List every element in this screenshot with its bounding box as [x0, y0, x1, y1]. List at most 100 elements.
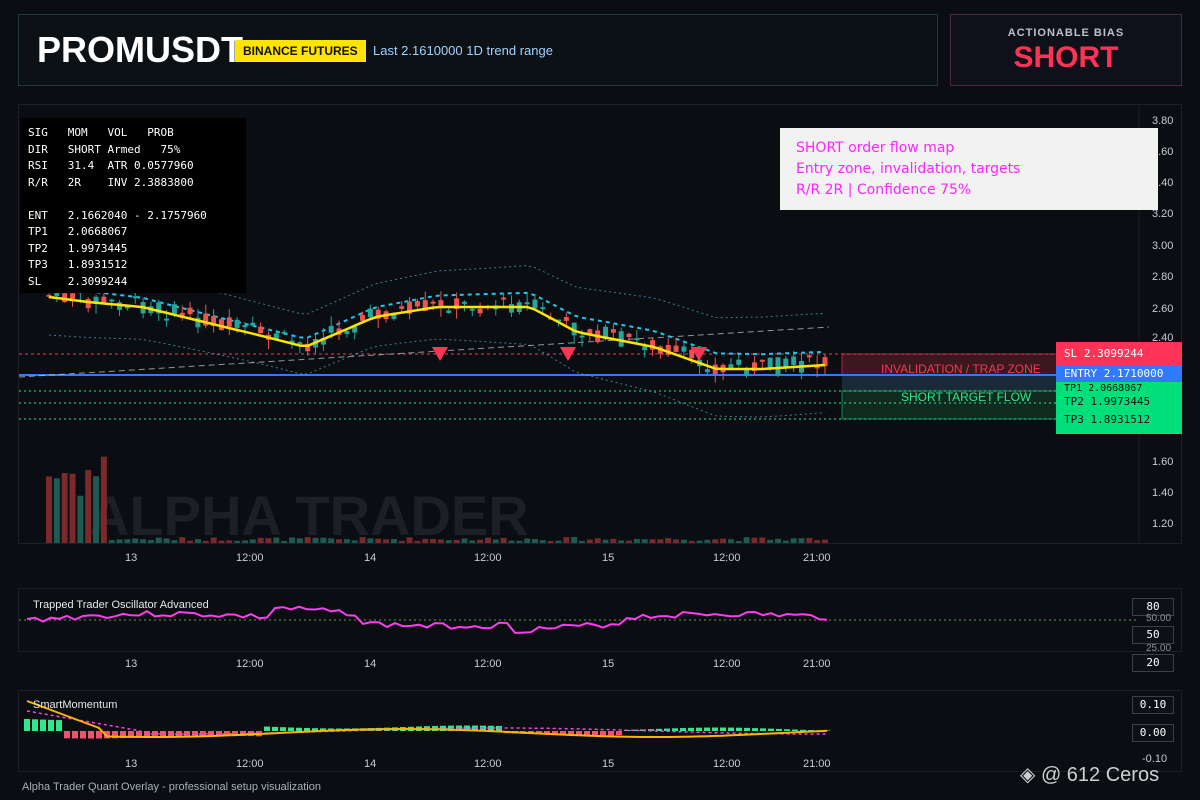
momentum-bar	[280, 727, 286, 731]
volume-bar	[320, 537, 327, 543]
volume-bar	[516, 540, 523, 543]
setup-note: SHORT order flow map Entry zone, invalid…	[780, 128, 1158, 210]
momentum-bar	[776, 728, 782, 731]
candle-body	[258, 326, 264, 334]
volume-bar	[93, 476, 100, 543]
momentum-bar	[736, 727, 742, 731]
momentum-bar	[688, 727, 694, 731]
momentum-bar	[88, 731, 94, 739]
time-axis-label: 13	[125, 552, 138, 564]
volume-bar	[704, 539, 711, 543]
volume-bar	[202, 540, 209, 543]
volume-bar	[618, 540, 625, 543]
volume-bar	[727, 539, 734, 543]
volume-bar	[782, 540, 789, 543]
volume-bar	[241, 540, 248, 543]
stats-line: RSI 31.4 ATR 0.0577960	[28, 159, 194, 172]
volume-bar	[61, 473, 68, 543]
candle-body	[791, 356, 797, 365]
volume-bar	[626, 540, 633, 543]
candle-body	[610, 329, 616, 333]
stats-line: SIG MOM VOL PROB	[28, 126, 174, 139]
mom-scale-zero: 0.00	[1132, 724, 1174, 742]
time-axis-label: 12:00	[713, 758, 741, 770]
moving-average-line	[48, 295, 826, 371]
note-line-3: R/R 2R | Confidence 75%	[796, 182, 972, 198]
volume-bar	[555, 540, 562, 543]
candle-body	[187, 307, 193, 315]
candle-body	[430, 301, 436, 304]
invalidation-label: INVALIDATION / TRAP ZONE	[881, 362, 1041, 376]
volume-bar	[273, 537, 280, 543]
volume-bar	[53, 478, 60, 543]
volume-bar	[610, 538, 617, 543]
volume-bar	[336, 539, 343, 543]
volume-bar	[351, 540, 358, 543]
target-flow-label: SHORT TARGET FLOW	[901, 390, 1032, 404]
momentum-bar	[752, 728, 758, 731]
candle-body	[85, 299, 91, 309]
candle-body	[446, 310, 452, 314]
candle-body	[736, 359, 742, 365]
price-axis-label: 2.80	[1152, 271, 1174, 283]
volume-bar	[124, 539, 131, 543]
momentum-bar	[64, 731, 70, 739]
stats-line: ENT 2.1662040 - 2.1757960	[28, 208, 207, 222]
volume-bar	[508, 540, 515, 543]
candle-body	[524, 302, 530, 305]
diamond-logo-icon: ◈	[1020, 764, 1041, 786]
osc-scale-25: 25.00	[1146, 643, 1172, 654]
volume-bar	[673, 539, 680, 543]
volume-bar	[367, 538, 374, 543]
volume-bar	[234, 540, 241, 543]
volume-bar	[649, 539, 656, 543]
time-axis-label: 21:00	[803, 758, 831, 770]
chart-watermark: ALPHA TRADER	[89, 484, 529, 543]
time-axis-label: 14	[364, 658, 377, 670]
candle-body	[461, 301, 467, 304]
momentum-bar	[720, 727, 726, 731]
volume-bar	[85, 469, 92, 543]
price-axis-label: 3.80	[1152, 115, 1174, 127]
price-axis-label: 1.60	[1152, 456, 1174, 468]
volume-bar	[469, 540, 476, 543]
volume-bar	[563, 537, 570, 543]
volume-bar	[759, 537, 766, 543]
attribution-watermark: ◈ @ 612 Ceros	[1020, 762, 1159, 787]
tp3-tag: TP3 1.8931512	[1056, 410, 1182, 434]
oscillator-panel[interactable]: Trapped Trader Oscillator Advanced	[18, 588, 1182, 652]
time-axis-label: 12:00	[236, 758, 264, 770]
candle-body	[540, 307, 546, 310]
candle-body	[414, 301, 420, 307]
volume-bar	[767, 539, 774, 543]
volume-bar	[665, 538, 672, 543]
bias-panel: ACTIONABLE BIAS SHORT	[950, 14, 1182, 86]
volume-bar	[422, 538, 429, 543]
volume-bar	[461, 538, 468, 543]
volume-bar	[602, 539, 609, 543]
volume-bar	[171, 540, 178, 543]
volume-bar	[116, 539, 123, 543]
candle-body	[250, 322, 256, 326]
candle-body	[477, 308, 483, 314]
time-axis-label: 15	[602, 552, 615, 564]
volume-bar	[790, 538, 797, 543]
candle-body	[775, 357, 781, 376]
momentum-bar	[24, 719, 30, 731]
candle-body	[626, 333, 632, 338]
stats-line: SL 2.3099244	[28, 274, 128, 288]
stats-line: TP2 1.9973445	[28, 241, 128, 255]
volume-bar	[751, 537, 758, 543]
time-axis-label: 14	[364, 552, 377, 564]
volume-bar	[304, 537, 311, 543]
candle-body	[704, 369, 710, 373]
candle-body	[234, 319, 240, 328]
volume-bar	[445, 540, 452, 543]
volume-bar	[312, 537, 319, 543]
volume-bar	[594, 538, 601, 543]
volume-bar	[822, 539, 828, 543]
time-axis-label: 14	[364, 758, 377, 770]
momentum-canvas[interactable]	[19, 691, 1181, 771]
momentum-bar	[264, 726, 270, 731]
momentum-panel[interactable]: SmartMomentum	[18, 690, 1182, 772]
